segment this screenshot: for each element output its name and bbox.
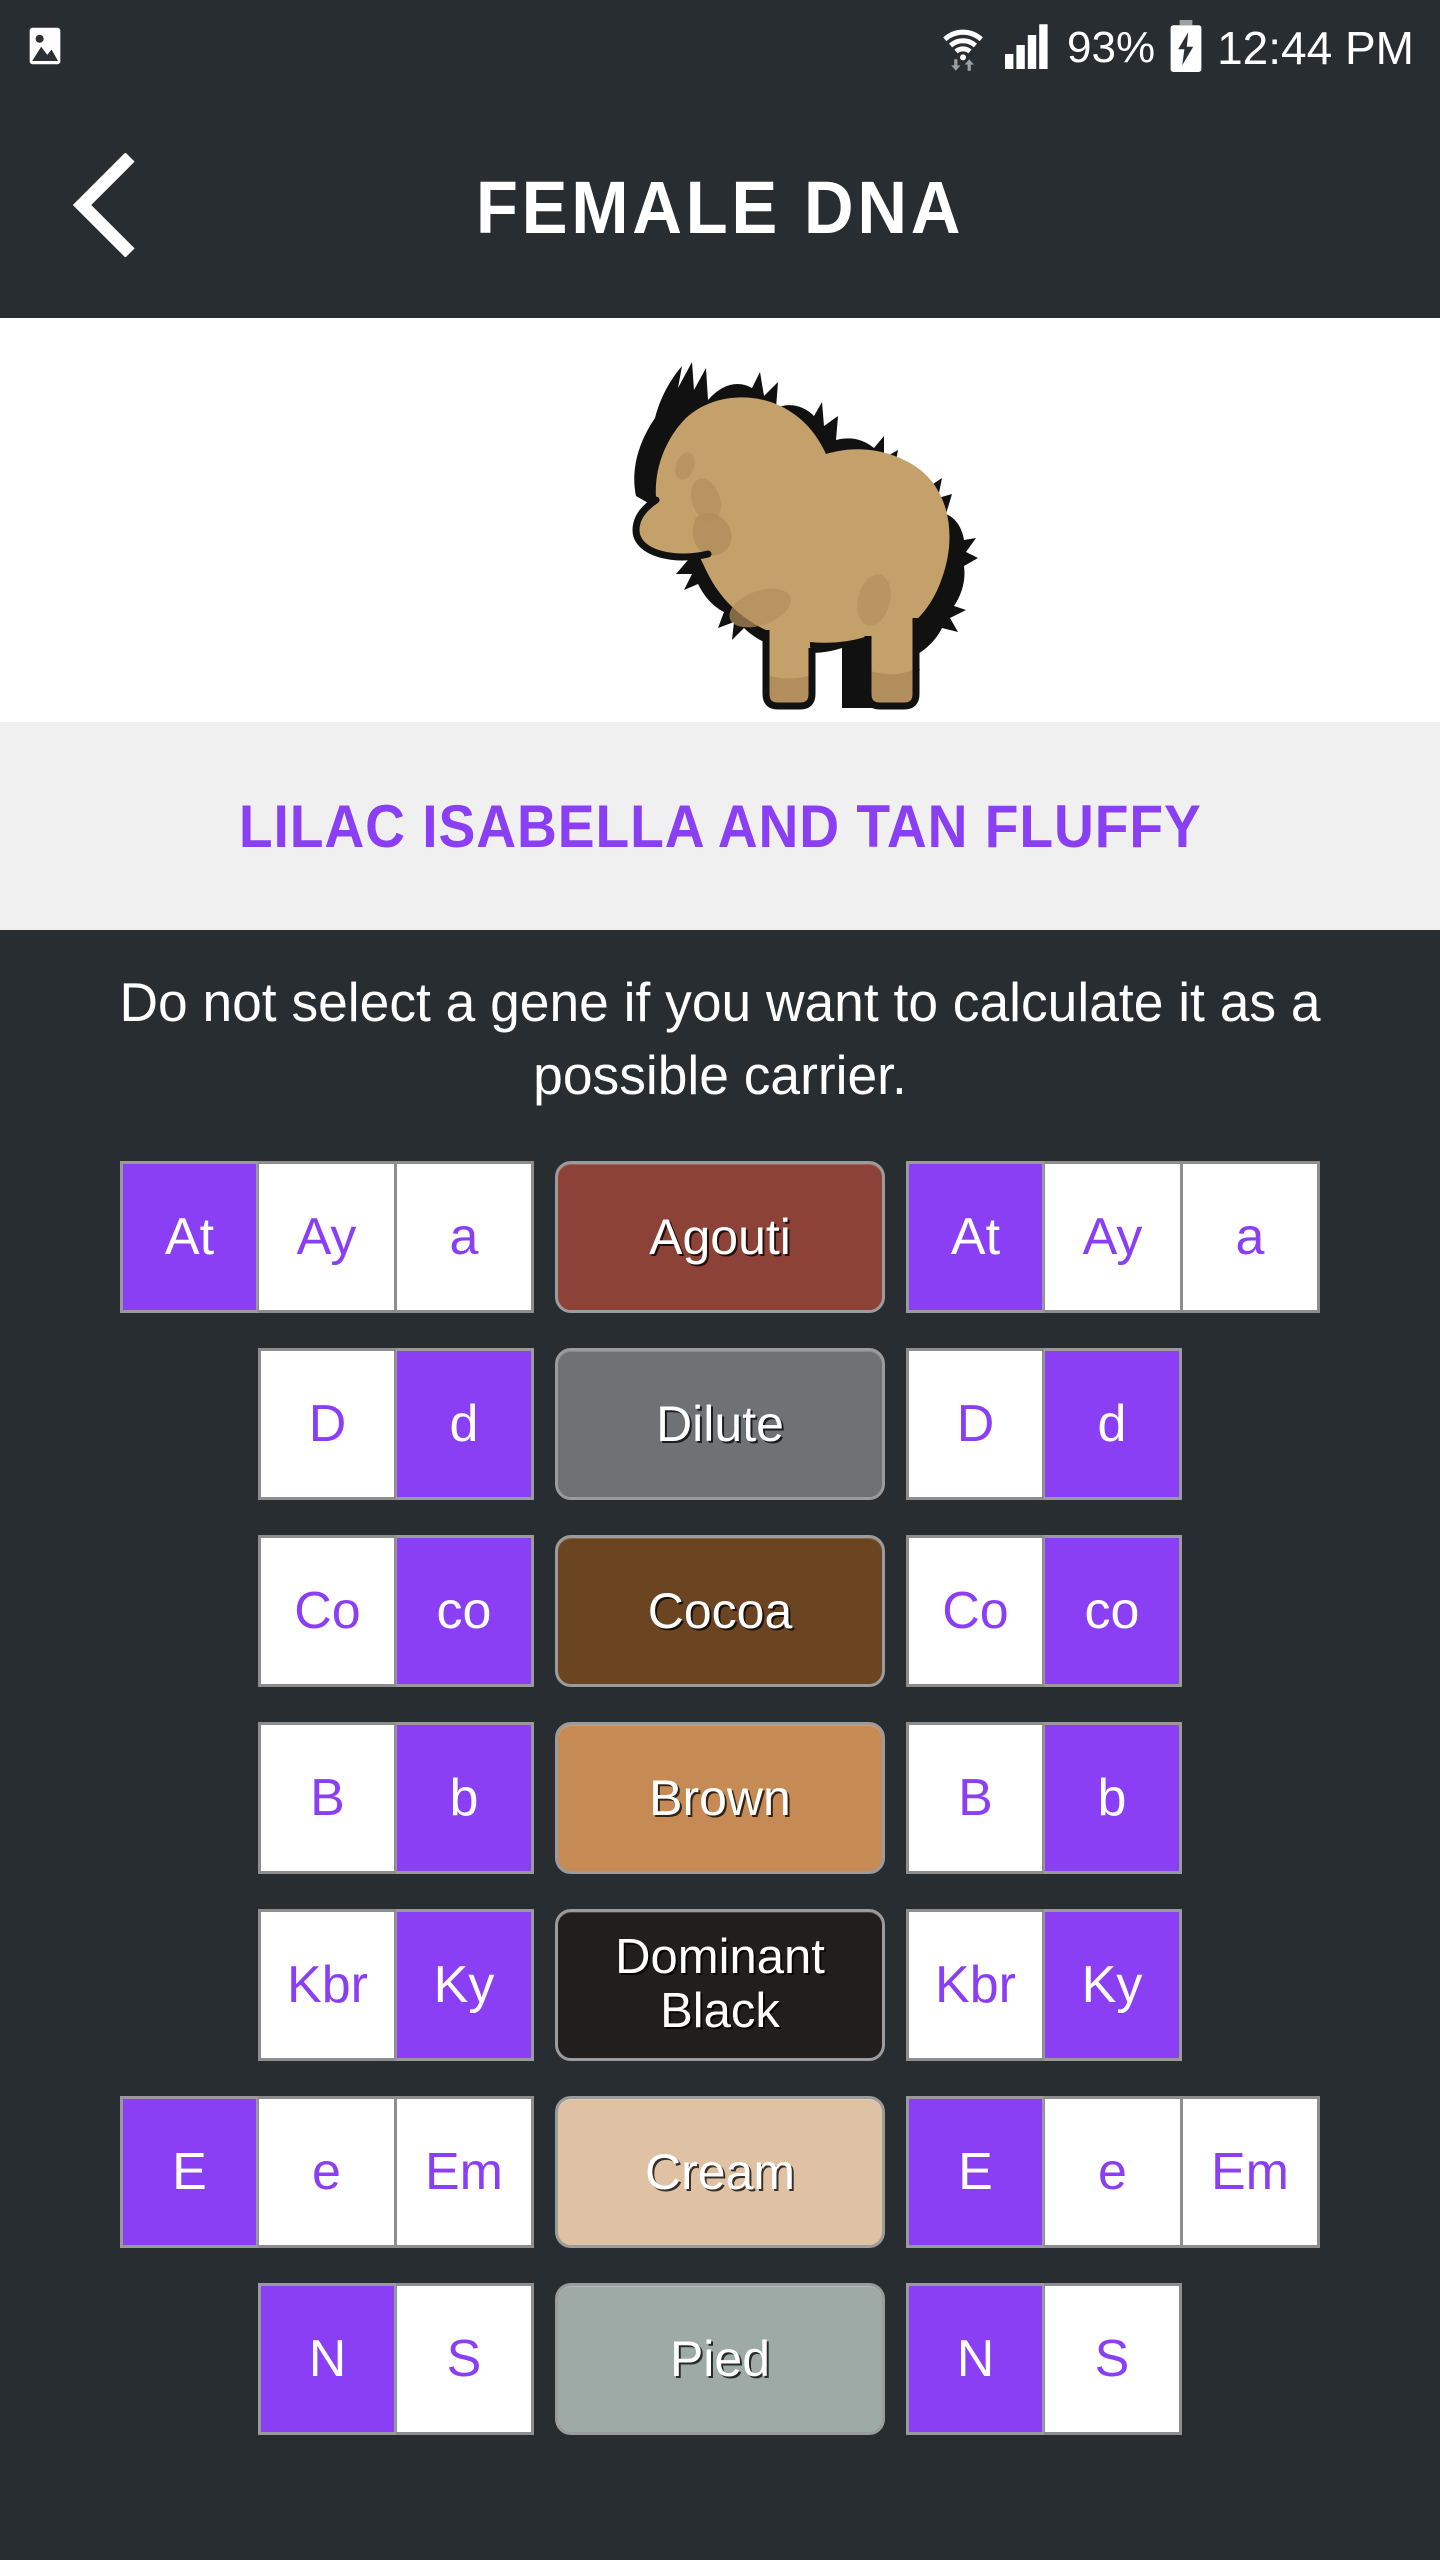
gene-button[interactable]: Dilute <box>555 1348 885 1501</box>
allele-cell[interactable]: Kbr <box>906 1909 1044 2062</box>
status-bar-right: 93% 12:44 PM <box>937 19 1414 77</box>
allele-group-right: Co co <box>885 1535 1440 1688</box>
allele-group-right: Bb <box>885 1722 1440 1875</box>
gene-button[interactable]: Dominant Black <box>555 1909 885 2062</box>
allele-cell[interactable]: a <box>396 1161 534 1314</box>
allele-group-left: Dd <box>0 1348 555 1501</box>
allele-group-right: At Ay a <box>885 1161 1440 1314</box>
image-icon <box>22 23 68 74</box>
allele-cell[interactable]: co <box>396 1535 534 1688</box>
clock-label: 12:44 PM <box>1217 22 1414 74</box>
gene-row: Ee Em Cream Ee Em <box>0 2090 1440 2254</box>
status-bar-left <box>22 23 68 74</box>
allele-cell[interactable]: N <box>906 2283 1044 2436</box>
allele-cell[interactable]: B <box>906 1722 1044 1875</box>
status-bar: 93% 12:44 PM <box>0 0 1440 96</box>
allele-group-right: Dd <box>885 1348 1440 1501</box>
allele-cell[interactable]: Ay <box>258 1161 396 1314</box>
allele-cell[interactable]: Em <box>396 2096 534 2249</box>
allele-cell[interactable]: e <box>258 2096 396 2249</box>
gene-button[interactable]: Pied <box>555 2283 885 2436</box>
phenotype-bar: LILAC ISABELLA AND TAN FLUFFY <box>0 722 1440 930</box>
gene-row: Dd Dilute Dd <box>0 1342 1440 1506</box>
allele-cell[interactable]: e <box>1044 2096 1182 2249</box>
allele-cell[interactable]: At <box>906 1161 1044 1314</box>
allele-group-right: Ee Em <box>885 2096 1440 2249</box>
gene-button[interactable]: Brown <box>555 1722 885 1875</box>
gene-button[interactable]: Cocoa <box>555 1535 885 1688</box>
gene-row: At Ay a Agouti At Ay a <box>0 1155 1440 1319</box>
allele-group-right: Kbr Ky <box>885 1909 1440 2062</box>
allele-cell[interactable]: b <box>396 1722 534 1875</box>
allele-cell[interactable]: D <box>906 1348 1044 1501</box>
allele-group-left: Bb <box>0 1722 555 1875</box>
allele-group-right: NS <box>885 2283 1440 2436</box>
gene-row: Kbr Ky Dominant Black Kbr Ky <box>0 1903 1440 2067</box>
battery-charging-icon <box>1169 19 1203 77</box>
back-button[interactable] <box>30 132 180 282</box>
gene-button[interactable]: Agouti <box>555 1161 885 1314</box>
allele-cell[interactable]: E <box>906 2096 1044 2249</box>
allele-cell[interactable]: S <box>396 2283 534 2436</box>
chevron-left-icon <box>66 151 144 262</box>
allele-cell[interactable]: B <box>258 1722 396 1875</box>
wifi-icon <box>937 20 989 77</box>
signal-bars-icon <box>1003 23 1053 74</box>
allele-cell[interactable]: co <box>1044 1535 1182 1688</box>
instruction-text: Do not select a gene if you want to calc… <box>119 971 1321 1106</box>
allele-cell[interactable]: At <box>120 1161 258 1314</box>
allele-group-left: Co co <box>0 1535 555 1688</box>
dog-image-area <box>0 318 1440 722</box>
allele-group-left: NS <box>0 2283 555 2436</box>
battery-percent-label: 93% <box>1067 23 1156 72</box>
allele-cell[interactable]: a <box>1182 1161 1320 1314</box>
allele-cell[interactable]: Co <box>258 1535 396 1688</box>
allele-cell[interactable]: Ay <box>1044 1161 1182 1314</box>
allele-group-left: Kbr Ky <box>0 1909 555 2062</box>
app-header: FEMALE DNA <box>0 96 1440 318</box>
page-title: FEMALE DNA <box>475 165 965 249</box>
dna-selection-panel: Do not select a gene if you want to calc… <box>0 930 1440 2442</box>
allele-cell[interactable]: N <box>258 2283 396 2436</box>
gene-row: N S Pied N S <box>0 2277 1440 2441</box>
phenotype-label: LILAC ISABELLA AND TAN FLUFFY <box>238 792 1202 860</box>
allele-cell[interactable]: Kbr <box>258 1909 396 2062</box>
allele-cell[interactable]: Ky <box>396 1909 534 2062</box>
allele-cell[interactable]: Ky <box>1044 1909 1182 2062</box>
allele-cell[interactable]: E <box>120 2096 258 2249</box>
allele-cell[interactable]: S <box>1044 2283 1182 2436</box>
allele-cell[interactable]: Co <box>906 1535 1044 1688</box>
gene-row: Bb Brown Bb <box>0 1716 1440 1880</box>
allele-group-left: At Ay a <box>0 1161 555 1314</box>
allele-cell[interactable]: Em <box>1182 2096 1320 2249</box>
allele-cell[interactable]: D <box>258 1348 396 1501</box>
allele-cell[interactable]: d <box>396 1348 534 1501</box>
allele-cell[interactable]: b <box>1044 1722 1182 1875</box>
fluffy-dog-illustration <box>460 318 980 722</box>
gene-row: Co co Cocoa Co co <box>0 1529 1440 1693</box>
allele-group-left: Ee Em <box>0 2096 555 2249</box>
allele-cell[interactable]: d <box>1044 1348 1182 1501</box>
gene-button[interactable]: Cream <box>555 2096 885 2249</box>
gene-rows: At Ay a Agouti At Ay a Dd Dilute Dd Co co Cocoa Co co B… <box>0 1155 1440 2441</box>
